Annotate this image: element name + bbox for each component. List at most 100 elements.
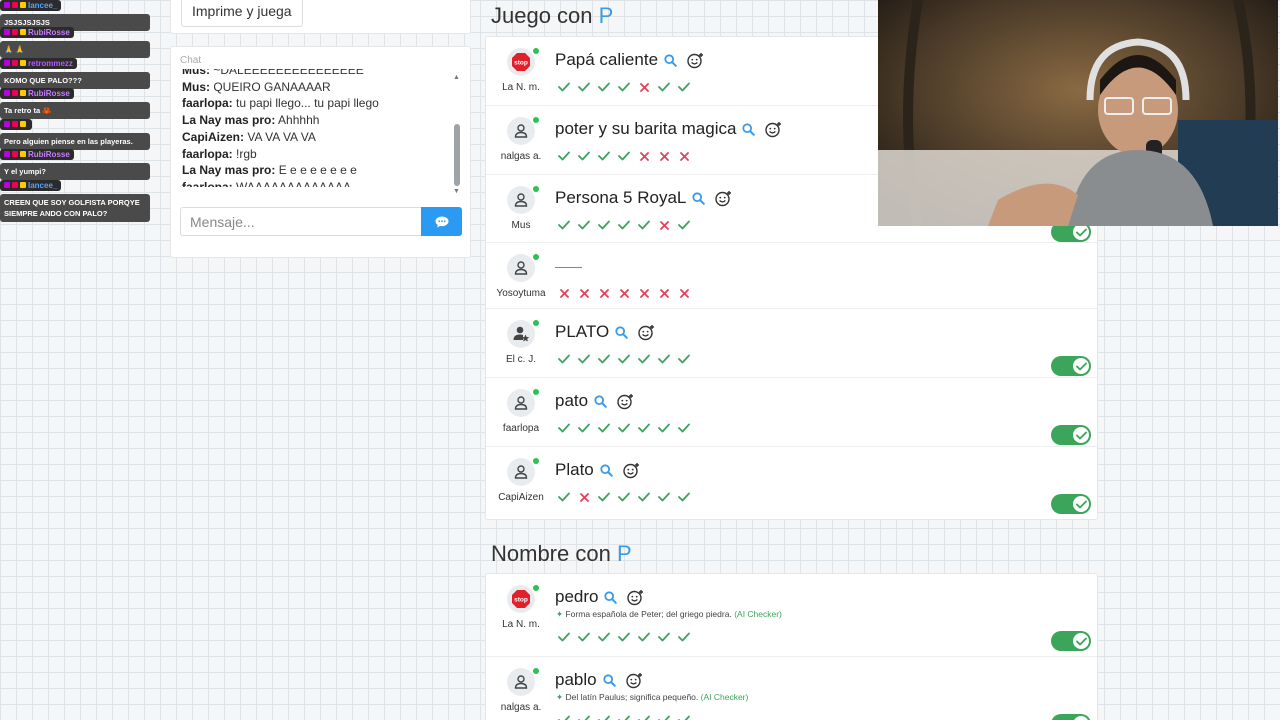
online-status-dot [533, 48, 539, 54]
validate-toggle[interactable] [1051, 631, 1091, 651]
overlay-username: RubiRosse [0, 148, 74, 160]
section-title-nombre: Nombre con P [491, 541, 632, 567]
stop-sign-avatar: stop [507, 585, 535, 613]
answer-row: stop La N. m. pedro ✦ Forma española de Pet… [486, 574, 1097, 657]
add-reaction-icon[interactable] [623, 462, 640, 479]
overlay-username: lancee_ [0, 179, 62, 191]
toggle-check-icon [1073, 496, 1089, 512]
check-icon [617, 80, 631, 94]
overlay-username [0, 118, 32, 130]
toggle-check-icon [1073, 358, 1089, 374]
add-reaction-icon[interactable] [617, 393, 634, 410]
print-card: Imprime y juega [170, 0, 471, 34]
search-icon[interactable] [594, 394, 607, 408]
search-icon[interactable] [604, 590, 618, 604]
search-icon[interactable] [600, 463, 613, 477]
chat-scroll-up-arrow[interactable]: ▲ [453, 74, 460, 81]
add-reaction-icon[interactable] [627, 589, 644, 606]
overlay-chat-message: lancee_ CREEN QUE SOY GOLFISTA PORQYE SIE… [0, 175, 150, 222]
badge-icon [12, 151, 18, 157]
check-icon [637, 630, 651, 644]
answer-word: poter y su barita magica [555, 119, 782, 139]
check-icon [617, 149, 631, 163]
check-icon [597, 490, 611, 504]
vote-marks [557, 218, 691, 232]
online-status-dot [533, 117, 539, 123]
check-icon [577, 630, 591, 644]
print-and-play-button[interactable]: Imprime y juega [181, 0, 303, 27]
player-name: Mus [511, 220, 531, 231]
chat-message-text: ~DALEEEEEEEEEEEEEEE [213, 69, 364, 77]
search-icon[interactable] [692, 191, 706, 205]
chat-message: faarlopa: tu papi llego... tu papi llego [182, 95, 452, 112]
section-letter: P [598, 3, 614, 28]
check-icon [657, 80, 671, 94]
cross-icon [557, 286, 571, 300]
check-icon [557, 352, 571, 366]
add-reaction-icon[interactable] [625, 672, 643, 689]
add-reaction-icon[interactable] [715, 190, 732, 207]
overlay-username-text: RubiRosse [28, 88, 70, 98]
cross-icon [577, 490, 591, 504]
vote-marks [557, 352, 691, 366]
player-name: nalgas a. [500, 702, 542, 713]
chat-username: CapiAizen: [182, 129, 245, 144]
check-icon [677, 421, 691, 435]
check-icon [637, 218, 651, 232]
check-icon [577, 352, 591, 366]
validate-toggle[interactable] [1051, 356, 1091, 376]
player-name: La N. m. [502, 619, 540, 630]
badge-icon [20, 90, 26, 96]
validate-toggle[interactable] [1051, 494, 1091, 514]
overlay-username: lancee_ [0, 0, 62, 11]
check-icon [637, 352, 651, 366]
chat-scrollbar[interactable] [454, 124, 460, 186]
answer-word-text: PLATO [555, 322, 610, 341]
check-icon [677, 490, 691, 504]
chat-username: faarlopa: [182, 179, 233, 187]
answers-list-nombre: stop La N. m. pedro ✦ Forma española de Pet… [485, 573, 1098, 720]
answer-row: nalgas a. pablo ✦ Del latín Paulus; signif… [486, 657, 1097, 720]
badge-icon [12, 90, 18, 96]
badge-icon [20, 151, 26, 157]
player-name: faarlopa [502, 423, 540, 434]
add-reaction-icon[interactable] [687, 52, 704, 69]
search-icon[interactable] [603, 673, 616, 687]
send-button[interactable] [421, 207, 462, 236]
check-icon [557, 490, 571, 504]
add-reaction-icon[interactable] [765, 121, 782, 138]
check-icon [557, 218, 571, 232]
answer-word-text: Plato [555, 460, 594, 479]
webcam-overlay [878, 0, 1278, 226]
check-icon [657, 490, 671, 504]
player-name: Yosoytuma [496, 288, 546, 299]
badge-icon [12, 182, 18, 188]
answer-word-text: pedro [555, 587, 599, 606]
vote-marks [557, 630, 691, 644]
validate-toggle[interactable] [1051, 425, 1091, 445]
check-icon [597, 149, 611, 163]
overlay-username-text: RubiRosse [28, 149, 70, 159]
toggle-check-icon [1073, 224, 1089, 240]
overlay-message-text: CREEN QUE SOY GOLFISTA PORQYE SIEMPRE AN… [0, 194, 150, 222]
user-avatar-icon [507, 254, 535, 282]
search-icon[interactable] [742, 122, 756, 136]
ai-hint: ✦ Forma española de Peter; del griego pi… [556, 609, 782, 620]
online-status-dot [533, 186, 539, 192]
answer-word-text: poter y su barita magica [555, 119, 737, 138]
overlay-username-text: lancee_ [28, 0, 58, 10]
badge-icon [4, 121, 10, 127]
badge-icon [4, 29, 10, 35]
chat-username: La Nay mas pro: [182, 163, 276, 178]
overlay-username-text: RubiRosse [28, 27, 70, 37]
user-avatar-icon [507, 117, 535, 145]
message-input[interactable]: Mensaje... [180, 207, 421, 236]
add-reaction-icon[interactable] [638, 324, 655, 341]
search-icon[interactable] [615, 325, 628, 339]
chat-scroll-down-arrow[interactable]: ▼ [453, 188, 460, 195]
answer-row: Yosoytuma [486, 243, 1097, 309]
search-icon[interactable] [664, 53, 677, 67]
validate-toggle[interactable] [1051, 714, 1091, 720]
check-icon [557, 421, 571, 435]
check-icon [577, 713, 591, 720]
